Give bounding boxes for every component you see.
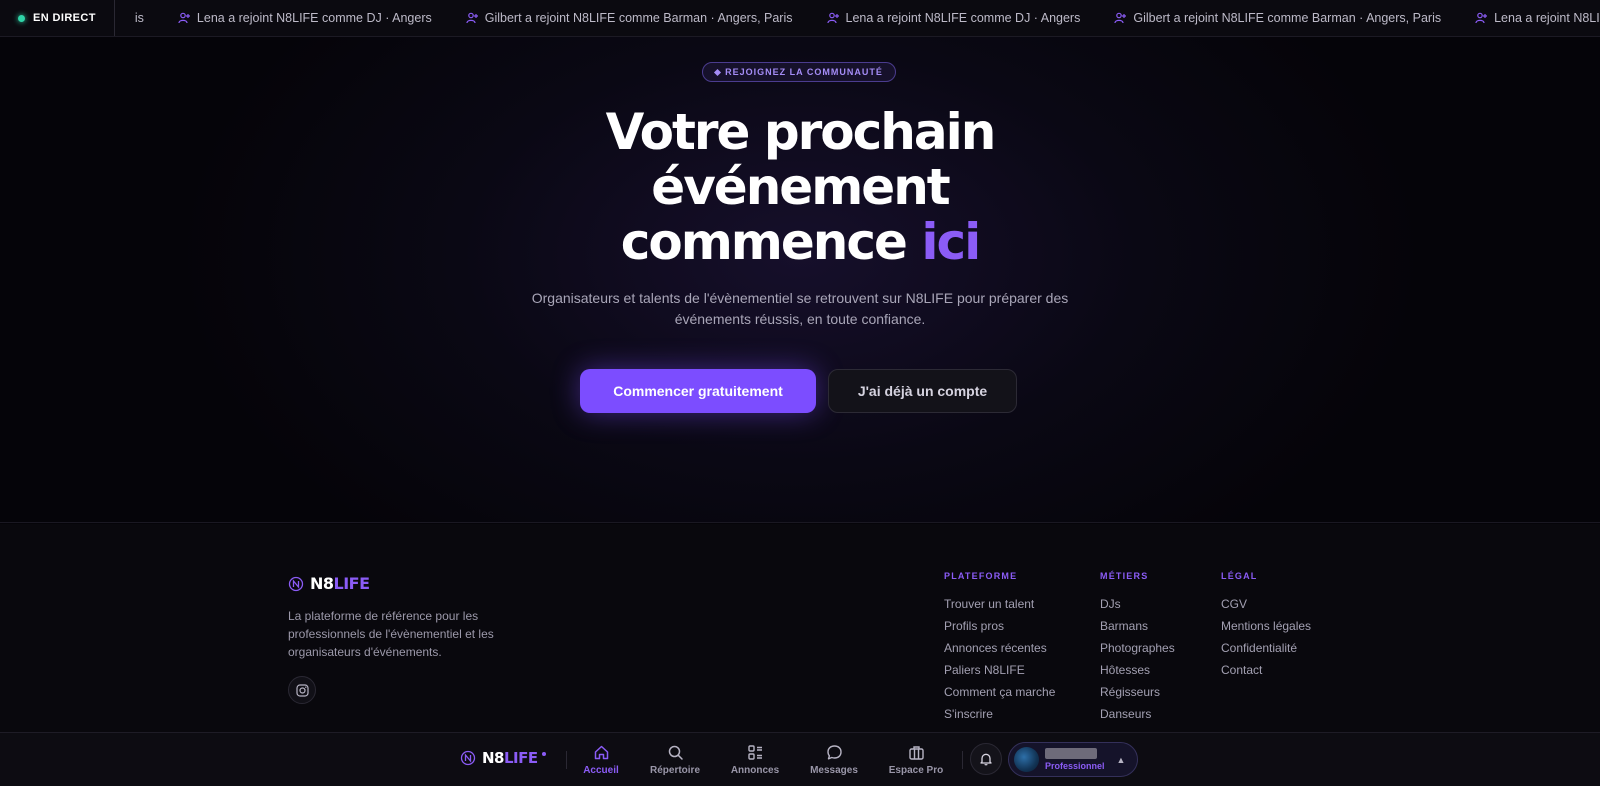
footer-link-list: CGV Mentions légales Confidentialité Con… (1221, 593, 1311, 681)
nav-brand[interactable]: N8LIFE (460, 749, 546, 767)
instagram-button[interactable] (288, 676, 316, 704)
hero-section: REJOIGNEZ LA COMMUNAUTÉ Votre prochain é… (0, 37, 1600, 523)
nav-item-accueil[interactable]: Accueil (566, 744, 636, 776)
brand-n8: N8 (310, 574, 334, 593)
footer-brand[interactable]: N8LIFE (288, 574, 370, 593)
brand-n8: N8 (482, 749, 505, 767)
user-plus-icon (466, 12, 478, 24)
avatar (1014, 747, 1039, 772)
footer-column-platform: PLATEFORME Trouver un talent Profils pro… (944, 571, 1055, 725)
footer-column-title: MÉTIERS (1100, 571, 1149, 581)
footer-column-title: LÉGAL (1221, 571, 1258, 581)
footer-link[interactable]: Régisseurs (1100, 681, 1175, 703)
hero-title-line1: Votre prochain (605, 103, 997, 161)
hero-subtitle: Organisateurs et talents de l'évènementi… (531, 290, 1069, 327)
profile-menu-button[interactable]: Professionnel ▲ (1008, 742, 1138, 777)
ticker-item-text: is (134, 11, 144, 25)
ticker-item-text: Lena a rejoint N8LIFE comme DJ · Angers (196, 11, 432, 25)
user-plus-icon (178, 12, 190, 24)
footer-link[interactable]: Hôtesses (1100, 659, 1175, 681)
nav-item-label: Espace Pro (888, 765, 944, 776)
hero-title-line2: événement (651, 158, 950, 216)
user-plus-icon (826, 12, 839, 24)
home-icon (594, 745, 608, 760)
ticker-item-partial: is (135, 11, 144, 25)
live-dot-icon (18, 14, 25, 22)
ticker-item-text: Gilbert a rejoint N8LIFE comme Barman · … (484, 11, 793, 25)
bell-icon (980, 753, 992, 766)
live-label: EN DIRECT (33, 12, 96, 24)
footer-column-title: PLATEFORME (944, 571, 1018, 581)
footer-link-list: Trouver un talent Profils pros Annonces … (944, 593, 1055, 725)
ticker-item: Gilbert a rejoint N8LIFE comme Barman · … (1114, 11, 1441, 25)
footer-link[interactable]: Comment ça marche (944, 681, 1055, 703)
live-indicator: EN DIRECT (0, 0, 115, 36)
profile-name-redacted (1045, 748, 1097, 759)
hero-title-accent: ici (921, 213, 981, 271)
ticker-items: is Lena a rejoint N8LIFE comme DJ · Ange… (135, 11, 1600, 25)
community-badge-label: REJOIGNEZ LA COMMUNAUTÉ (725, 67, 883, 77)
footer-link[interactable]: S'inscrire (944, 703, 1055, 725)
hero-title: Votre prochain événement commence ici (500, 105, 1100, 270)
profile-text: Professionnel (1045, 748, 1105, 771)
notifications-button[interactable] (970, 743, 1002, 775)
footer-link[interactable]: Trouver un talent (944, 593, 1055, 615)
ticker-item-text: Lena a rejoint N8LIFE comme DJ · Angers (845, 11, 1081, 25)
footer: N8LIFE La plateforme de référence pour l… (0, 524, 1600, 732)
nav-item-repertoire[interactable]: Répertoire (640, 744, 710, 776)
profile-role: Professionnel (1045, 761, 1105, 771)
footer-brand-name: N8LIFE (310, 574, 370, 593)
footer-link[interactable]: Annonces récentes (944, 637, 1055, 659)
login-button[interactable]: J'ai déjà un compte (828, 369, 1017, 413)
hero-title-line3: commence (620, 213, 908, 271)
footer-link[interactable]: Profils pros (944, 615, 1055, 637)
footer-link[interactable]: Confidentialité (1221, 637, 1311, 659)
bottom-navigation: N8LIFE Accueil Répertoire Annonces Messa… (0, 732, 1600, 786)
footer-column-trades: MÉTIERS DJs Barmans Photographes Hôtesse… (1100, 571, 1175, 725)
footer-link[interactable]: Mentions légales (1221, 615, 1311, 637)
user-plus-icon (1475, 12, 1488, 24)
ticker-item: Lena a rejoint N8LIFE comme DJ · Angers (826, 11, 1081, 25)
footer-link[interactable]: DJs (1100, 593, 1175, 615)
ticker-item: Lena a rejoint N8LIFE comme DJ · Angers (178, 11, 432, 25)
nav-item-annonces[interactable]: Annonces (720, 744, 790, 776)
nav-brand-name: N8LIFE (482, 749, 538, 767)
nav-divider (962, 751, 963, 769)
community-badge: REJOIGNEZ LA COMMUNAUTÉ (702, 62, 896, 82)
ticker-item-text: Lena a rejoint N8LIFE comme DJ · Angers (1494, 11, 1600, 25)
footer-column-legal: LÉGAL CGV Mentions légales Confidentiali… (1221, 571, 1311, 681)
nav-item-label: Messages (810, 765, 858, 776)
briefcase-icon (908, 746, 924, 760)
footer-link-list: DJs Barmans Photographes Hôtesses Régiss… (1100, 593, 1175, 725)
footer-link[interactable]: Barmans (1100, 615, 1175, 637)
footer-link[interactable]: CGV (1221, 593, 1311, 615)
nav-item-messages[interactable]: Messages (799, 744, 869, 776)
nav-item-label: Accueil (583, 765, 619, 776)
footer-link[interactable]: Contact (1221, 659, 1311, 681)
brand-dot-icon (541, 752, 546, 756)
brand-life: LIFE (504, 749, 538, 767)
user-plus-icon (1114, 12, 1127, 24)
ticker-item-text: Gilbert a rejoint N8LIFE comme Barman · … (1133, 11, 1442, 25)
ticker-item: Gilbert a rejoint N8LIFE comme Barman · … (466, 11, 793, 25)
instagram-icon (295, 683, 309, 697)
nav-item-label: Répertoire (649, 765, 700, 776)
footer-link[interactable]: Photographes (1100, 637, 1175, 659)
footer-link[interactable]: Danseurs (1100, 703, 1175, 725)
start-free-button[interactable]: Commencer gratuitement (580, 369, 816, 413)
live-ticker: EN DIRECT is Lena a rejoint N8LIFE comme… (0, 0, 1600, 37)
search-icon (668, 745, 683, 760)
nav-item-espace-pro[interactable]: Espace Pro (881, 744, 951, 776)
ticker-item: Lena a rejoint N8LIFE comme DJ · Angers (1475, 11, 1600, 25)
brand-life: LIFE (333, 574, 371, 593)
diamond-icon (714, 68, 722, 76)
nav-item-label: Annonces (730, 765, 780, 776)
chat-bubble-icon (826, 745, 842, 760)
footer-description: La plateforme de référence pour les prof… (288, 609, 494, 659)
footer-link[interactable]: Paliers N8LIFE (944, 659, 1055, 681)
n8life-logo-icon (288, 576, 304, 591)
n8life-logo-icon (460, 750, 476, 766)
caret-up-icon: ▲ (1116, 754, 1126, 765)
grid-list-icon (747, 745, 762, 760)
